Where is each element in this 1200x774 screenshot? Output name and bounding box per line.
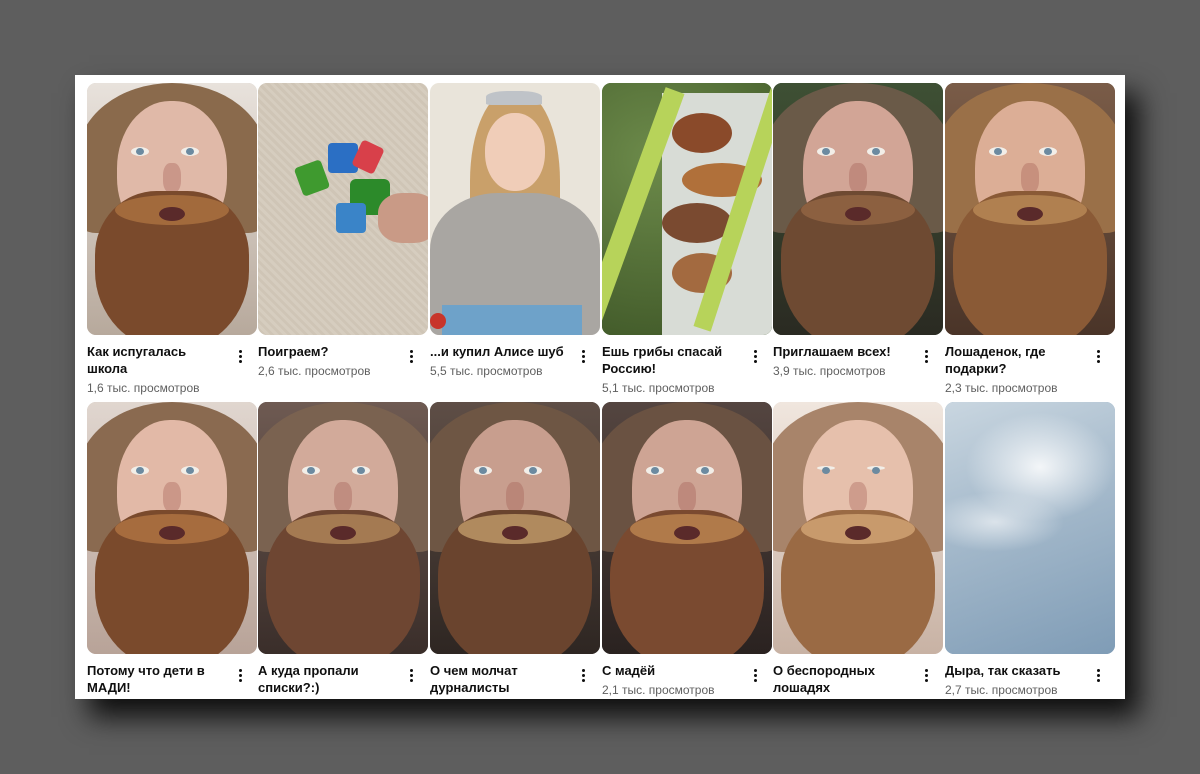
video-thumbnail[interactable] [430,83,600,335]
video-thumbnail[interactable] [945,83,1115,335]
video-card[interactable]: С мадёй 2,1 тыс. просмотров [602,402,772,697]
video-card[interactable]: Ешь грибы спасай Россию! 5,1 тыс. просмо… [602,83,772,395]
video-thumbnail[interactable] [602,402,772,654]
more-options-icon[interactable] [231,665,249,685]
video-title[interactable]: О беспородных лошадях [773,662,913,696]
more-options-icon[interactable] [1089,665,1107,685]
video-thumbnail[interactable] [87,83,257,335]
video-card[interactable]: А куда пропали списки?:) [258,402,428,695]
more-options-icon[interactable] [746,346,764,366]
video-card[interactable]: Потому что дети в МАДИ! [87,402,257,695]
view-count: 2,1 тыс. просмотров [602,683,715,697]
video-thumbnail[interactable] [773,83,943,335]
video-thumbnail[interactable] [258,402,428,654]
more-options-icon[interactable] [231,346,249,366]
view-count: 2,7 тыс. просмотров [945,683,1058,697]
more-options-icon[interactable] [402,665,420,685]
video-title[interactable]: Ешь грибы спасай Россию! [602,343,742,377]
video-thumbnail[interactable] [430,402,600,654]
view-count: 2,3 тыс. просмотров [945,381,1058,395]
video-title[interactable]: С мадёй [602,662,742,679]
video-thumbnail[interactable] [602,83,772,335]
video-card[interactable]: О беспородных лошадях [773,402,943,695]
video-thumbnail[interactable] [258,83,428,335]
video-title[interactable]: Как испугалась школа [87,343,227,377]
more-options-icon[interactable] [574,346,592,366]
video-card[interactable]: Поиграем? 2,6 тыс. просмотров [258,83,428,378]
video-title[interactable]: Дыра, так сказать [945,662,1085,679]
more-options-icon[interactable] [402,346,420,366]
video-card[interactable]: ...и купил Алисе шуб 5,5 тыс. просмотров [430,83,600,378]
view-count: 3,9 тыс. просмотров [773,364,886,378]
video-card[interactable]: О чем молчат дурналисты [430,402,600,695]
video-card[interactable]: Приглашаем всех! 3,9 тыс. просмотров [773,83,943,378]
video-thumbnail[interactable] [773,402,943,654]
video-title[interactable]: ...и купил Алисе шуб [430,343,570,360]
view-count: 5,5 тыс. просмотров [430,364,543,378]
more-options-icon[interactable] [746,665,764,685]
video-thumbnail[interactable] [945,402,1115,654]
video-title[interactable]: Лошаденок, где подарки? [945,343,1085,377]
video-title[interactable]: Поиграем? [258,343,398,360]
more-options-icon[interactable] [1089,346,1107,366]
video-title[interactable]: О чем молчат дурналисты [430,662,570,696]
view-count: 1,6 тыс. просмотров [87,381,200,395]
more-options-icon[interactable] [574,665,592,685]
video-title[interactable]: А куда пропали списки?:) [258,662,398,696]
view-count: 5,1 тыс. просмотров [602,381,715,395]
video-thumbnail[interactable] [87,402,257,654]
video-card[interactable]: Как испугалась школа 1,6 тыс. просмотров [87,83,257,395]
video-title[interactable]: Потому что дети в МАДИ! [87,662,227,696]
video-card[interactable]: Дыра, так сказать 2,7 тыс. просмотров [945,402,1115,697]
more-options-icon[interactable] [917,346,935,366]
video-grid-panel: Как испугалась школа 1,6 тыс. просмотров… [75,75,1125,699]
video-title[interactable]: Приглашаем всех! [773,343,913,360]
view-count: 2,6 тыс. просмотров [258,364,371,378]
more-options-icon[interactable] [917,665,935,685]
video-card[interactable]: Лошаденок, где подарки? 2,3 тыс. просмот… [945,83,1115,395]
